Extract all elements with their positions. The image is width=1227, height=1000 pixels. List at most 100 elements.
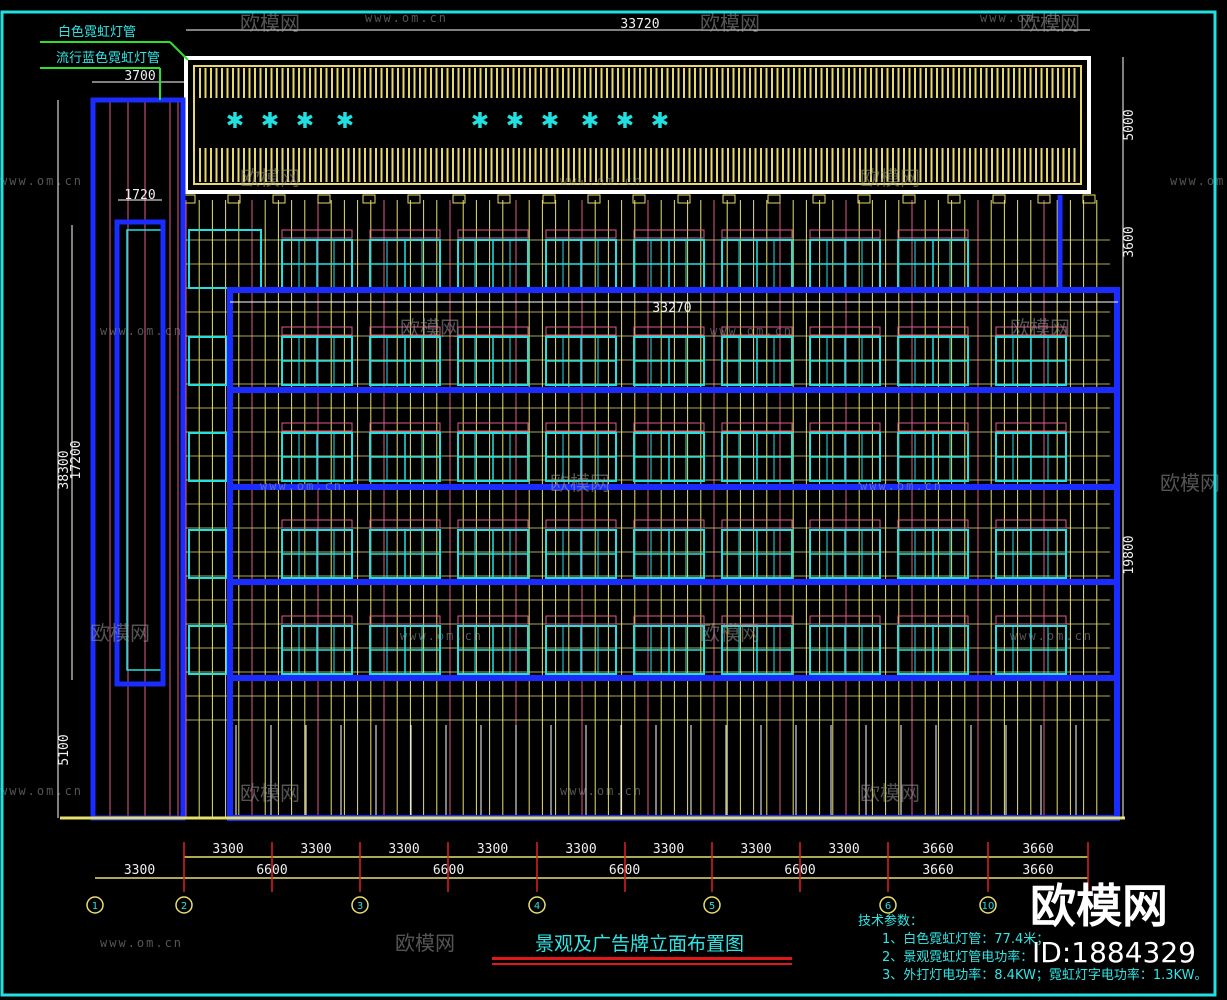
floodlight-fixture <box>272 194 286 204</box>
floodlight-fixture <box>857 194 871 204</box>
bay-dim-label: 3660 <box>1022 842 1053 857</box>
window-sill-neon <box>809 615 881 625</box>
floodlight-fixture <box>407 194 421 204</box>
window-sill-neon <box>369 229 441 239</box>
window-sill-neon <box>281 229 353 239</box>
window-sill-neon <box>897 615 969 625</box>
watermark-url: www.om.cn <box>260 479 343 493</box>
bay-dim-label: 3300 <box>653 842 684 857</box>
watermark-brand: 欧模网 <box>400 316 460 340</box>
bay-dim-label: 3300 <box>828 842 859 857</box>
axis-label: 1 <box>92 901 98 912</box>
floodlight-fixture <box>677 194 691 204</box>
window-sill-neon <box>897 326 969 336</box>
window-sill-neon <box>457 422 529 432</box>
floodlight-fixture <box>722 194 736 204</box>
floodlight-fixture <box>812 194 826 204</box>
watermark-brand: 欧模网 <box>240 781 300 805</box>
watermark-brand: 欧模网 <box>700 621 760 645</box>
bay-dim-label: 3300 <box>740 842 771 857</box>
window-sill-neon <box>633 422 705 432</box>
dim-billboard-height: 5000 <box>1122 109 1137 140</box>
billboard-neon-symbol: ✱ <box>471 109 489 134</box>
notes-heading: 技术参数： <box>858 913 923 929</box>
notes-line-1: 1、白色霓虹灯管：77.4米； <box>882 931 1049 947</box>
dim-main-width: 33270 <box>652 301 691 316</box>
window-sill-neon <box>545 229 617 239</box>
leader-line <box>169 41 189 61</box>
bay-dim-label: 3660 <box>922 863 953 878</box>
window-sill-neon <box>809 229 881 239</box>
dim-ground-height: 5100 <box>57 734 72 765</box>
watermark-url: www.om.cn <box>710 324 793 338</box>
window-sill-neon <box>897 422 969 432</box>
watermark-id: ID:1884329 <box>1032 936 1196 969</box>
bay-dim-label: 3660 <box>1022 863 1053 878</box>
label-blue-neon: 流行蓝色霓虹灯管 <box>56 50 160 66</box>
window-sill-neon <box>545 519 617 529</box>
bay-dim-label: 3300 <box>212 842 243 857</box>
floodlight-fixture <box>992 194 1006 204</box>
window-sill-neon <box>281 615 353 625</box>
watermark-brand: 欧模网 <box>395 931 455 955</box>
window-sill-neon <box>457 229 529 239</box>
window-sill-neon <box>281 326 353 336</box>
title-underline <box>492 957 792 960</box>
billboard-neon-symbol: ✱ <box>296 109 314 134</box>
watermark-brand: 欧模网 <box>700 11 760 35</box>
side-window <box>188 432 228 482</box>
watermark-url: www.om.cn <box>0 174 83 188</box>
watermark-brand: 欧模网 <box>860 781 920 805</box>
bay-dim-label: 3300 <box>300 842 331 857</box>
axis-label: 2 <box>181 901 187 912</box>
watermark-url: www.om.cn <box>100 324 183 338</box>
billboard-neon-symbol: ✱ <box>581 109 599 134</box>
axis-label: 4 <box>534 901 540 912</box>
title-underline-2 <box>492 963 792 965</box>
elevation-drawing: ✱ ✱ ✱ ✱ ✱ ✱ ✱ ✱ ✱ ✱ 3300 3300 3300 3300 3300 3300 3300 3… <box>0 10 1227 997</box>
watermark-brand: 欧模网 <box>240 166 300 190</box>
billboard-neon-symbol: ✱ <box>226 109 244 134</box>
dim-gap-height: 3600 <box>1122 226 1137 257</box>
tower-inner-frame <box>114 219 166 687</box>
bay-dim-label: 3660 <box>922 842 953 857</box>
bay-dim-label: 3300 <box>565 842 596 857</box>
notes-line-3: 3、外打灯电功率：8.4KW；霓虹灯字电功率：1.3KW。 <box>882 967 1207 983</box>
drawing-title: 景观及广告牌立面布置图 <box>535 933 744 955</box>
stair-window <box>188 229 262 289</box>
window-sill-neon <box>457 615 529 625</box>
watermark-url: www.om.cn <box>560 174 643 188</box>
window-sill-neon <box>369 615 441 625</box>
window-sill-neon <box>721 422 793 432</box>
window-sill-neon <box>281 422 353 432</box>
window-sill-neon <box>809 422 881 432</box>
floodlight-fixture <box>767 194 781 204</box>
bay-dim-label: 3300 <box>388 842 419 857</box>
window-sill-neon <box>633 519 705 529</box>
window-sill-neon <box>545 326 617 336</box>
side-window <box>188 336 228 386</box>
billboard-neon-symbol: ✱ <box>336 109 354 134</box>
dim-billboard-width: 33720 <box>620 17 659 32</box>
billboard-neon-symbol: ✱ <box>616 109 634 134</box>
window-sill-neon <box>897 229 969 239</box>
window-sill-neon <box>809 326 881 336</box>
window-sill-neon <box>633 615 705 625</box>
watermark-url: www.om.cn <box>400 629 483 643</box>
billboard-text-band <box>200 99 1076 147</box>
watermark-brand: 欧模网 <box>1010 316 1070 340</box>
watermark-url: www.om.cn <box>1010 629 1093 643</box>
watermark-url: www.om.cn <box>0 784 83 798</box>
side-window <box>188 529 228 579</box>
axis-label: 10 <box>982 901 995 912</box>
watermark-brand: 欧模网 <box>550 471 610 495</box>
watermark-brand: 欧模网 <box>1160 471 1220 495</box>
watermark-brand: 欧模网 <box>240 11 300 35</box>
axis-label: 3 <box>357 901 363 912</box>
axis-label: 5 <box>709 901 715 912</box>
floodlight-fixture <box>902 194 916 204</box>
dim-tower-height: 17200 <box>69 440 84 479</box>
window-sill-neon <box>545 615 617 625</box>
floodlight-fixture <box>362 194 376 204</box>
floodlight-fixture <box>542 194 556 204</box>
